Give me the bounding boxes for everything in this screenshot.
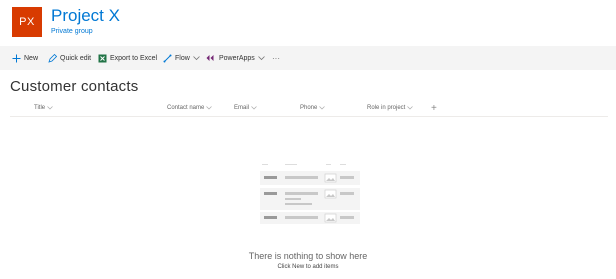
column-header-label: Title [34, 105, 46, 111]
column-header-title[interactable]: Title [34, 103, 53, 113]
header-divider [10, 116, 608, 117]
chevron-down-icon [407, 106, 414, 110]
empty-state-subtitle: Click New to add items [277, 264, 339, 270]
empty-list-illustration [260, 164, 360, 224]
chevron-down-icon [192, 55, 200, 61]
quick-edit-label: Quick edit [60, 54, 92, 62]
export-to-excel-button[interactable]: Export to Excel [98, 46, 157, 70]
export-to-excel-label: Export to Excel [110, 54, 158, 62]
chevron-down-icon [258, 55, 265, 61]
more-options-button[interactable]: ··· [272, 46, 280, 70]
powerapps-icon [206, 54, 216, 62]
column-header-label: Email [234, 105, 250, 111]
pencil-icon [48, 53, 57, 63]
site-subtitle: Private group [51, 28, 93, 35]
new-button[interactable]: New [12, 46, 38, 70]
column-header-label: Contact name [167, 105, 205, 111]
powerapps-button[interactable]: PowerApps [206, 46, 265, 70]
flow-label: Flow [175, 54, 190, 62]
new-label: New [24, 54, 39, 62]
excel-icon [98, 54, 107, 63]
column-header-phone[interactable]: Phone [300, 103, 326, 113]
add-column-button[interactable]: + [431, 102, 437, 114]
site-logo[interactable]: PX [12, 7, 42, 37]
column-header-contact-name[interactable]: Contact name [167, 103, 213, 113]
list-title: Customer contacts [10, 78, 139, 95]
chevron-down-icon [251, 106, 257, 110]
powerapps-label: PowerApps [219, 54, 255, 62]
plus-icon: + [431, 102, 437, 114]
column-header-email[interactable]: Email [234, 103, 257, 113]
chevron-down-icon [206, 106, 213, 110]
plus-icon [12, 54, 21, 63]
chevron-down-icon [319, 106, 326, 110]
flow-icon [163, 54, 172, 63]
column-header-role-in-project[interactable]: Role in project [367, 103, 414, 113]
more-icon: ··· [272, 53, 280, 63]
column-header-label: Role in project [367, 105, 406, 111]
chevron-down-icon [47, 106, 53, 110]
site-header: PX Project X Private group [0, 0, 616, 46]
column-header-label: Phone [300, 105, 318, 111]
site-title[interactable]: Project X [51, 6, 120, 26]
empty-state-title: There is nothing to show here [248, 251, 368, 261]
quick-edit-button[interactable]: Quick edit [48, 46, 91, 70]
flow-button[interactable]: Flow [163, 46, 200, 70]
command-bar: New Quick edit Export to Excel Flow Powe… [0, 46, 616, 70]
